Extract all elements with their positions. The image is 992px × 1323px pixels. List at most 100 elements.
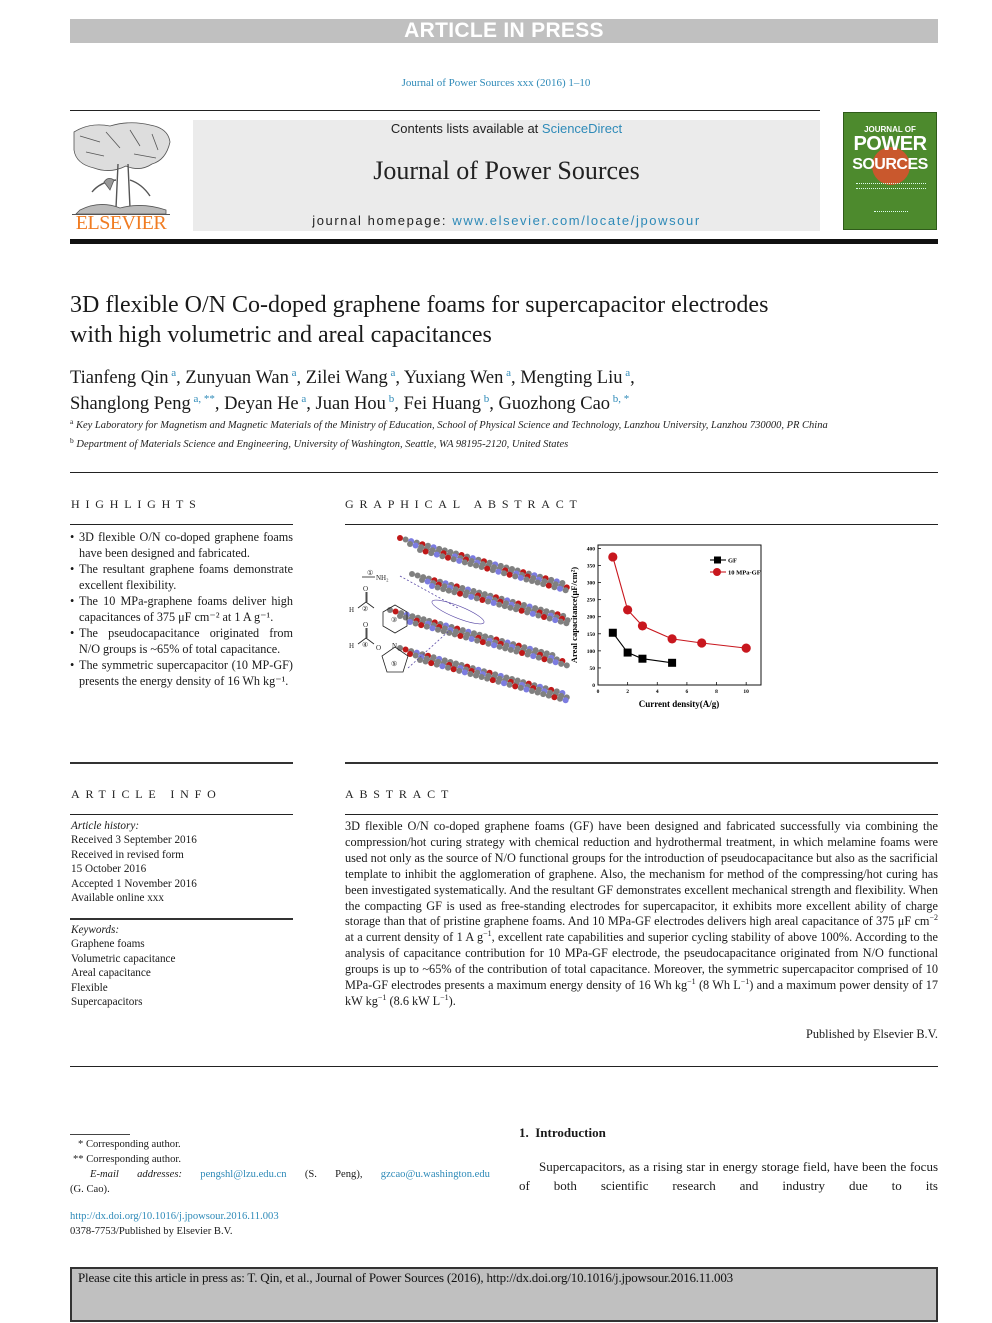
atom	[524, 609, 531, 616]
y-tick-label: 150	[587, 632, 596, 638]
author-name[interactable]: Juan Hou	[316, 394, 386, 414]
atom	[490, 600, 497, 607]
divider	[345, 524, 938, 525]
x-tick-label: 0	[597, 689, 600, 695]
highlight-item: 3D flexible O/N co-doped graphene foams …	[70, 529, 293, 561]
author-name[interactable]: Guozhong Cao	[499, 394, 611, 414]
doi-link[interactable]: http://dx.doi.org/10.1016/j.jpowsour.201…	[70, 1211, 279, 1222]
data-point	[623, 605, 633, 615]
journal-masthead: Contents lists available at ScienceDirec…	[193, 120, 820, 231]
divider	[345, 762, 938, 764]
atom	[407, 541, 413, 547]
data-point	[638, 654, 647, 663]
author-affiliation-marker[interactable]: a, **	[191, 393, 215, 405]
journal-cover-image[interactable]: JOURNAL OF POWER SOURCES	[843, 112, 937, 230]
data-point	[697, 638, 707, 648]
highlight-item: The resultant graphene foams demonstrate…	[70, 561, 293, 593]
atom	[495, 678, 502, 685]
abstract-segment: ).	[448, 993, 456, 1008]
author-name[interactable]: Yuxiang Wen	[404, 368, 503, 388]
author-name[interactable]: Mengting Liu	[520, 368, 622, 388]
history-label: Article history:	[71, 820, 140, 832]
contents-prefix: Contents lists available at	[390, 121, 542, 136]
x-tick-label: 2	[626, 689, 629, 695]
oxygen-label: O	[376, 644, 381, 652]
data-point	[667, 634, 677, 644]
atom	[468, 593, 475, 600]
y-tick-label: 200	[587, 615, 596, 621]
author-name[interactable]: Shanglong Peng	[70, 394, 191, 414]
email-link-peng[interactable]: pengshl@lzu.edu.cn	[200, 1169, 286, 1180]
affiliation: a Key Laboratory for Magnetism and Magne…	[70, 415, 830, 434]
atom	[417, 547, 423, 553]
atom	[433, 661, 440, 668]
plot-frame	[597, 544, 762, 686]
author-affiliation-marker[interactable]: a	[622, 367, 630, 379]
abstract-text: 3D flexible O/N co-doped graphene foams …	[345, 819, 938, 1010]
keywords-label: Keywords:	[71, 924, 120, 936]
author-affiliation-marker[interactable]: a	[503, 367, 511, 379]
atom	[457, 632, 464, 639]
atom	[414, 572, 421, 579]
atom	[519, 650, 525, 656]
atom	[473, 595, 480, 602]
atom	[467, 670, 474, 677]
atom	[478, 564, 485, 571]
atom	[445, 554, 451, 561]
author-affiliation-marker[interactable]: a	[169, 367, 176, 379]
atom	[422, 658, 429, 665]
atom	[440, 586, 447, 593]
divider	[70, 472, 938, 473]
issn-line: 0378-7753/Published by Elsevier B.V.	[70, 1226, 233, 1237]
cover-title-line3: SOURCES	[852, 156, 928, 173]
affiliation-text: Department of Materials Science and Engi…	[73, 438, 569, 450]
atom	[501, 603, 508, 610]
highlights-list: 3D flexible O/N co-doped graphene foams …	[70, 529, 293, 689]
atom	[507, 604, 514, 611]
atom	[496, 601, 503, 608]
atom	[552, 617, 559, 624]
atom	[517, 684, 524, 691]
atom	[540, 691, 547, 698]
atom	[529, 578, 535, 584]
sciencedirect-link[interactable]: ScienceDirect	[542, 121, 622, 136]
graphical-abstract-heading: GRAPHICAL ABSTRACT	[345, 497, 583, 511]
author-affiliation-marker[interactable]: b	[386, 393, 395, 405]
superscript: −1	[687, 977, 696, 987]
author-affiliation-marker[interactable]: b, *	[610, 393, 630, 405]
atom	[479, 639, 486, 646]
author-separator: ,	[214, 394, 225, 414]
footnotes: * Corresponding author. ** Corresponding…	[70, 1137, 490, 1197]
author-affiliation-marker[interactable]: a	[289, 367, 297, 379]
author-name[interactable]: Zunyuan Wan	[185, 368, 289, 388]
graphene-structure-illustration[interactable]: ① NH₂ O H ② ③ O H ④ O N ⑤	[340, 530, 572, 710]
atom	[412, 620, 419, 627]
atom	[402, 646, 409, 653]
author-name[interactable]: Fei Huang	[403, 394, 481, 414]
cover-title-line2: POWER	[853, 133, 927, 155]
atom	[523, 576, 530, 583]
atom	[506, 681, 513, 688]
atom	[529, 688, 535, 694]
author-list: Tianfeng Qin a, Zunyuan Wan a, Zilei Wan…	[70, 363, 830, 415]
journal-reference[interactable]: Journal of Power Sources xxx (2016) 1–10	[0, 77, 992, 89]
divider	[70, 762, 293, 764]
author-name[interactable]: Zilei Wang	[306, 368, 388, 388]
homepage-link[interactable]: www.elsevier.com/locate/jpowsour	[452, 213, 700, 228]
group-2-label: ②	[362, 605, 368, 613]
abstract-heading: ABSTRACT	[345, 787, 455, 801]
highlight-item: The 10 MPa-graphene foams deliver high c…	[70, 593, 293, 625]
header-divider	[70, 239, 938, 244]
author-name[interactable]: Tianfeng Qin	[70, 368, 169, 388]
atom	[439, 553, 446, 560]
atom	[467, 560, 474, 567]
keyword: Graphene foams	[71, 938, 145, 951]
atom	[541, 614, 547, 620]
author-name[interactable]: Deyan He	[224, 394, 298, 414]
y-tick-label: 400	[587, 546, 596, 552]
atom	[530, 653, 537, 660]
email-link-cao[interactable]: gzcao@u.washington.edu	[381, 1169, 490, 1180]
affiliations: a Key Laboratory for Magnetism and Magne…	[70, 415, 830, 452]
atom	[534, 579, 541, 586]
data-point	[623, 648, 632, 657]
